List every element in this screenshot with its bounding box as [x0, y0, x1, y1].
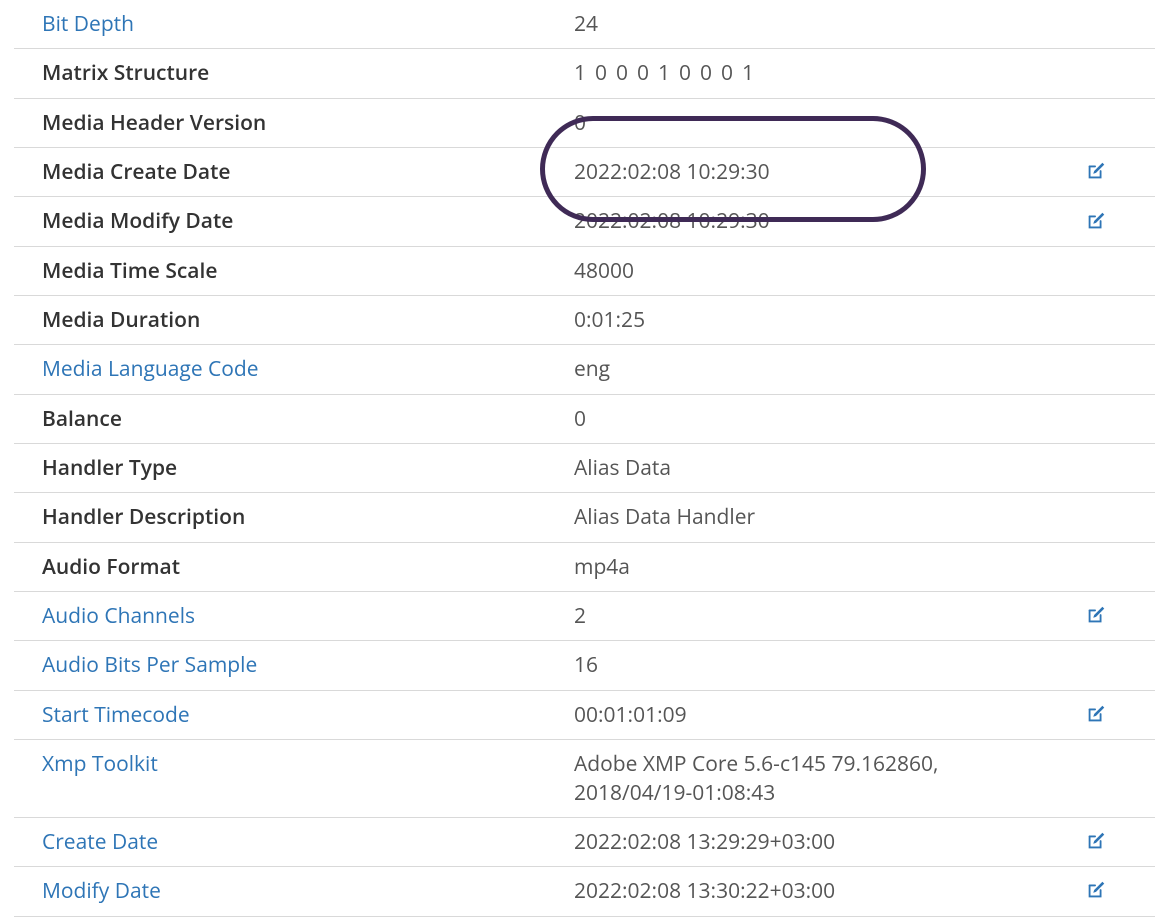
- metadata-label[interactable]: Start Timecode: [14, 701, 574, 729]
- metadata-label[interactable]: Create Date: [14, 828, 574, 856]
- metadata-value: 16: [574, 651, 1155, 679]
- metadata-label: Media Create Date: [14, 158, 574, 186]
- metadata-label: Media Modify Date: [14, 207, 574, 235]
- edit-icon[interactable]: [1085, 210, 1109, 234]
- metadata-value: 0: [574, 109, 1155, 137]
- metadata-label: Balance: [14, 405, 574, 433]
- metadata-value: eng: [574, 355, 1155, 383]
- metadata-value: 2022:02:08 10:29:30: [574, 207, 1155, 235]
- metadata-row: Modify Date2022:02:08 13:30:22+03:00: [14, 867, 1155, 916]
- metadata-value: 48000: [574, 257, 1155, 285]
- metadata-label: Matrix Structure: [14, 59, 574, 87]
- metadata-row: Media Duration0:01:25: [14, 296, 1155, 345]
- metadata-label: Media Duration: [14, 306, 574, 334]
- metadata-row: Media Create Date2022:02:08 10:29:30: [14, 148, 1155, 197]
- edit-icon[interactable]: [1085, 830, 1109, 854]
- metadata-value: 24: [574, 10, 1155, 38]
- metadata-value: Adobe XMP Core 5.6-c145 79.162860, 2018/…: [574, 750, 1155, 807]
- metadata-row: Handler DescriptionAlias Data Handler: [14, 493, 1155, 542]
- metadata-label: Handler Type: [14, 454, 574, 482]
- metadata-label: Media Time Scale: [14, 257, 574, 285]
- metadata-row: Xmp ToolkitAdobe XMP Core 5.6-c145 79.16…: [14, 740, 1155, 818]
- metadata-row: Create Date2022:02:08 13:29:29+03:00: [14, 818, 1155, 867]
- metadata-row: Balance0: [14, 395, 1155, 444]
- metadata-label: Handler Description: [14, 503, 574, 531]
- metadata-value: mp4a: [574, 553, 1155, 581]
- metadata-label[interactable]: Audio Bits Per Sample: [14, 651, 574, 679]
- metadata-value: 100010001: [574, 59, 1155, 87]
- metadata-label: Audio Format: [14, 553, 574, 581]
- metadata-value: 0:01:25: [574, 306, 1155, 334]
- edit-icon[interactable]: [1085, 703, 1109, 727]
- metadata-label[interactable]: Media Language Code: [14, 355, 574, 383]
- metadata-label[interactable]: Modify Date: [14, 877, 574, 905]
- edit-icon[interactable]: [1085, 160, 1109, 184]
- metadata-value: 0: [574, 405, 1155, 433]
- metadata-row: Audio Channels2: [14, 592, 1155, 641]
- edit-icon[interactable]: [1085, 604, 1109, 628]
- metadata-panel: Bit Depth24Matrix Structure100010001Medi…: [0, 0, 1169, 917]
- metadata-row: Handler TypeAlias Data: [14, 444, 1155, 493]
- metadata-value: 2022:02:08 13:30:22+03:00: [574, 877, 1155, 905]
- metadata-value: 2022:02:08 13:29:29+03:00: [574, 828, 1155, 856]
- metadata-row: Media Language Codeeng: [14, 345, 1155, 394]
- metadata-row: Matrix Structure100010001: [14, 49, 1155, 98]
- edit-icon[interactable]: [1085, 879, 1109, 903]
- metadata-row: Media Modify Date2022:02:08 10:29:30: [14, 197, 1155, 246]
- metadata-value: 00:01:01:09: [574, 701, 1155, 729]
- metadata-row: Start Timecode00:01:01:09: [14, 691, 1155, 740]
- metadata-label[interactable]: Bit Depth: [14, 10, 574, 38]
- metadata-label: Media Header Version: [14, 109, 574, 137]
- metadata-row: Audio Bits Per Sample16: [14, 641, 1155, 690]
- metadata-row: Media Time Scale48000: [14, 247, 1155, 296]
- metadata-value: 2022:02:08 10:29:30: [574, 158, 1155, 186]
- metadata-table: Bit Depth24Matrix Structure100010001Medi…: [0, 0, 1169, 917]
- metadata-label[interactable]: Audio Channels: [14, 602, 574, 630]
- metadata-label[interactable]: Xmp Toolkit: [14, 750, 574, 778]
- metadata-row: Media Header Version0: [14, 99, 1155, 148]
- metadata-row: Audio Formatmp4a: [14, 543, 1155, 592]
- metadata-row: Bit Depth24: [14, 0, 1155, 49]
- metadata-value: Alias Data: [574, 454, 1155, 482]
- metadata-value: Alias Data Handler: [574, 503, 1155, 531]
- metadata-value: 2: [574, 602, 1155, 630]
